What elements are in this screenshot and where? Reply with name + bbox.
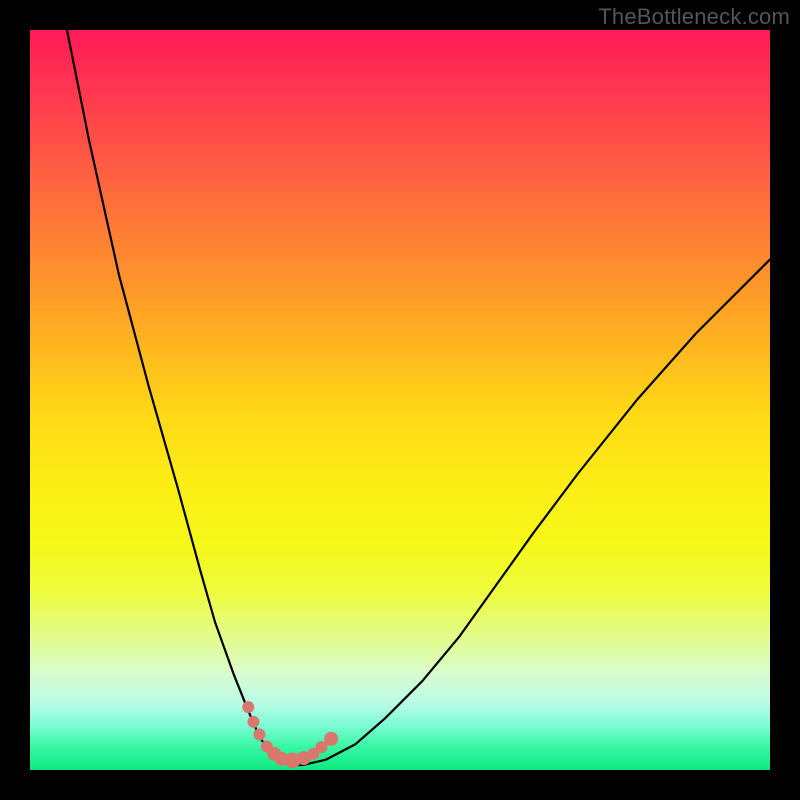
marker-dot <box>253 728 265 740</box>
marker-dot <box>242 701 254 713</box>
marker-dot <box>247 716 259 728</box>
marker-dots <box>242 701 338 768</box>
bottleneck-curve <box>67 30 770 766</box>
marker-dot <box>324 732 338 746</box>
chart-svg <box>30 30 770 770</box>
chart-frame: TheBottleneck.com <box>0 0 800 800</box>
watermark-text: TheBottleneck.com <box>598 4 790 30</box>
plot-area <box>30 30 770 770</box>
